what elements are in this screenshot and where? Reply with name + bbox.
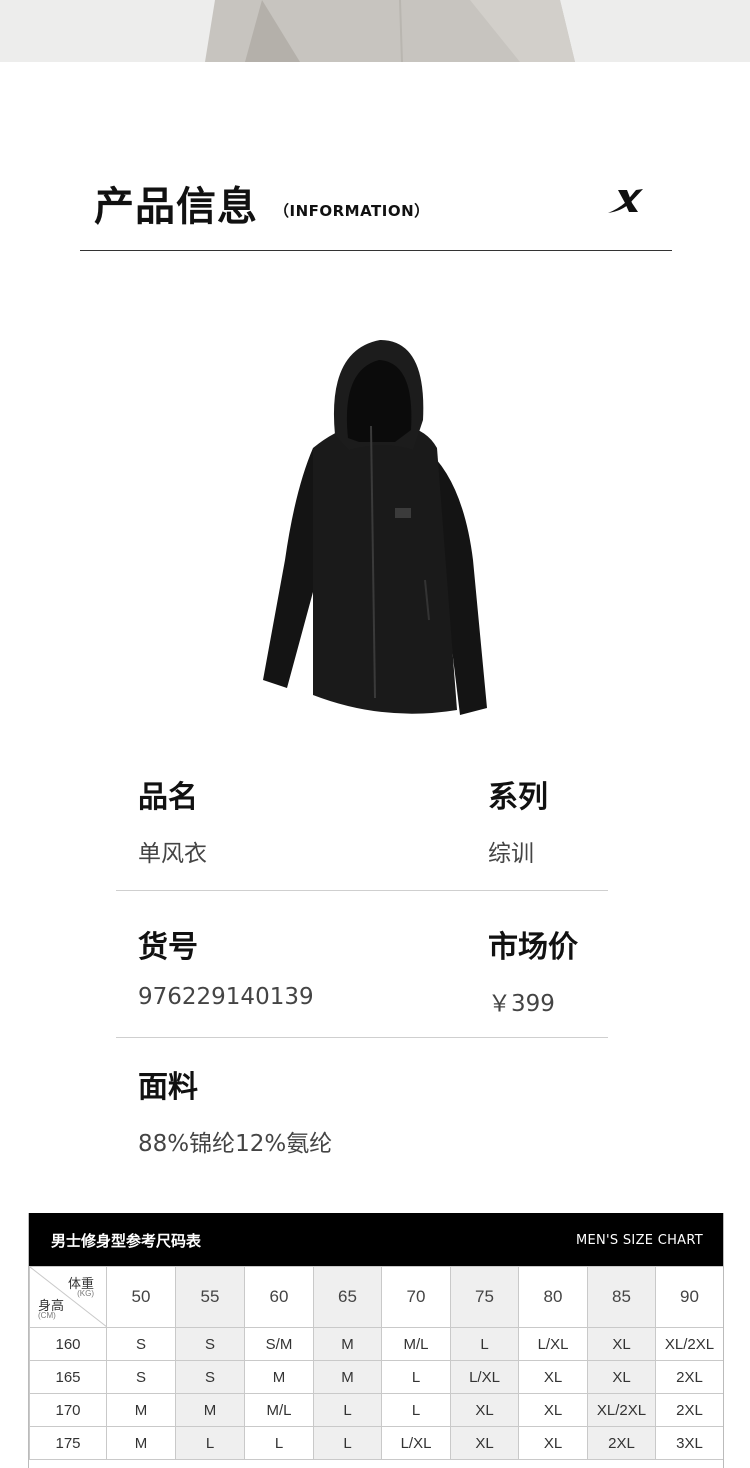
table-row: 170 M M M/L L L XL XL XL/2XL 2XL: [29, 1393, 723, 1427]
page-title: 产品信息: [94, 184, 258, 230]
field-fabric: 面料 88%锦纶12%氨纶: [138, 1062, 332, 1158]
height-cell: 165: [29, 1360, 107, 1394]
size-cell: L/XL: [450, 1360, 519, 1394]
size-cell: XL: [587, 1327, 656, 1361]
size-cell: 2XL: [655, 1393, 723, 1427]
price-label: 市场价: [488, 930, 578, 965]
size-cell: L: [313, 1426, 382, 1460]
field-sku: 货号 976229140139: [138, 922, 314, 1010]
size-cell: L: [450, 1327, 519, 1361]
size-cell: L: [313, 1393, 382, 1427]
size-cell: 2XL: [587, 1426, 656, 1460]
black-hooded-jacket-icon: [255, 330, 495, 720]
sku-value: 976229140139: [138, 984, 314, 1010]
size-cell: XL: [450, 1393, 519, 1427]
series-value: 综训: [488, 841, 534, 867]
height-cell: 170: [29, 1393, 107, 1427]
weight-cell: 55: [175, 1266, 245, 1328]
weight-cell: 50: [106, 1266, 176, 1328]
weight-unit: (KG): [77, 1289, 94, 1298]
size-chart-header: 男士修身型参考尺码表 MEN'S SIZE CHART: [29, 1213, 723, 1266]
table-row: 175 M L L L L/XL XL XL 2XL 3XL: [29, 1426, 723, 1460]
table-row: 165 S S M M L L/XL XL XL 2XL: [29, 1360, 723, 1394]
field-series: 系列 综训: [488, 772, 548, 868]
divider: [116, 1037, 608, 1038]
field-name: 品名 单风衣: [138, 772, 207, 868]
series-label: 系列: [488, 780, 548, 815]
size-cell: M: [313, 1327, 382, 1361]
size-cell: XL/2XL: [655, 1327, 723, 1361]
name-value: 单风衣: [138, 841, 207, 867]
size-cell: M: [106, 1393, 176, 1427]
size-cell: L: [244, 1426, 314, 1460]
size-cell: M: [106, 1426, 176, 1460]
top-photo-strip: [0, 0, 750, 62]
size-chart-title-en: MEN'S SIZE CHART: [575, 1233, 703, 1248]
size-cell: L/XL: [518, 1327, 588, 1361]
size-cell: XL: [587, 1360, 656, 1394]
size-cell: L: [175, 1426, 245, 1460]
size-cell: S: [106, 1327, 176, 1361]
info-header: 产品信息 （INFORMATION）: [80, 168, 672, 251]
size-cell: 2XL: [655, 1360, 723, 1394]
size-cell: S: [175, 1360, 245, 1394]
weight-cell: 65: [313, 1266, 382, 1328]
table-row: 160 S S S/M M M/L L L/XL XL XL/2XL: [29, 1327, 723, 1361]
size-cell: XL/2XL: [587, 1393, 656, 1427]
height-cell: 175: [29, 1426, 107, 1460]
table-corner-cell: 体重 (KG) 身高 (CM): [29, 1266, 107, 1328]
size-cell: S: [175, 1327, 245, 1361]
weight-cell: 60: [244, 1266, 314, 1328]
name-label: 品名: [138, 780, 198, 815]
size-cell: S/M: [244, 1327, 314, 1361]
fabric-label: 面料: [138, 1070, 198, 1105]
size-cell: M/L: [244, 1393, 314, 1427]
xtep-x-logo-icon: [606, 186, 646, 220]
weight-cell: 85: [587, 1266, 656, 1328]
height-cell: 160: [29, 1327, 107, 1361]
field-price: 市场价 ￥399: [488, 922, 578, 1018]
fabric-value: 88%锦纶12%氨纶: [138, 1131, 333, 1157]
size-table: 体重 (KG) 身高 (CM) 50 55 60 65 70 75 80 85 …: [29, 1266, 723, 1460]
page-subtitle: （INFORMATION）: [274, 202, 430, 220]
size-chart-title: 男士修身型参考尺码表: [51, 1232, 202, 1250]
size-cell: L: [381, 1393, 451, 1427]
sku-label: 货号: [138, 930, 198, 965]
size-cell: XL: [518, 1360, 588, 1394]
size-cell: M: [313, 1360, 382, 1394]
weight-cell: 70: [381, 1266, 451, 1328]
size-cell: L: [381, 1360, 451, 1394]
size-cell: S: [106, 1360, 176, 1394]
size-cell: XL: [518, 1393, 588, 1427]
weight-cell: 90: [655, 1266, 723, 1328]
size-cell: M: [244, 1360, 314, 1394]
size-cell: L/XL: [381, 1426, 451, 1460]
price-value: ￥399: [488, 991, 555, 1017]
size-chart: 男士修身型参考尺码表 MEN'S SIZE CHART 体重 (KG) 身高 (…: [28, 1213, 724, 1468]
size-cell: XL: [518, 1426, 588, 1460]
size-cell: M/L: [381, 1327, 451, 1361]
weight-cell: 80: [518, 1266, 588, 1328]
height-unit: (CM): [38, 1311, 56, 1320]
weight-header-row: 体重 (KG) 身高 (CM) 50 55 60 65 70 75 80 85 …: [29, 1266, 723, 1328]
divider: [116, 890, 608, 891]
size-cell: M: [175, 1393, 245, 1427]
size-cell: XL: [450, 1426, 519, 1460]
weight-cell: 75: [450, 1266, 519, 1328]
size-cell: 3XL: [655, 1426, 723, 1460]
